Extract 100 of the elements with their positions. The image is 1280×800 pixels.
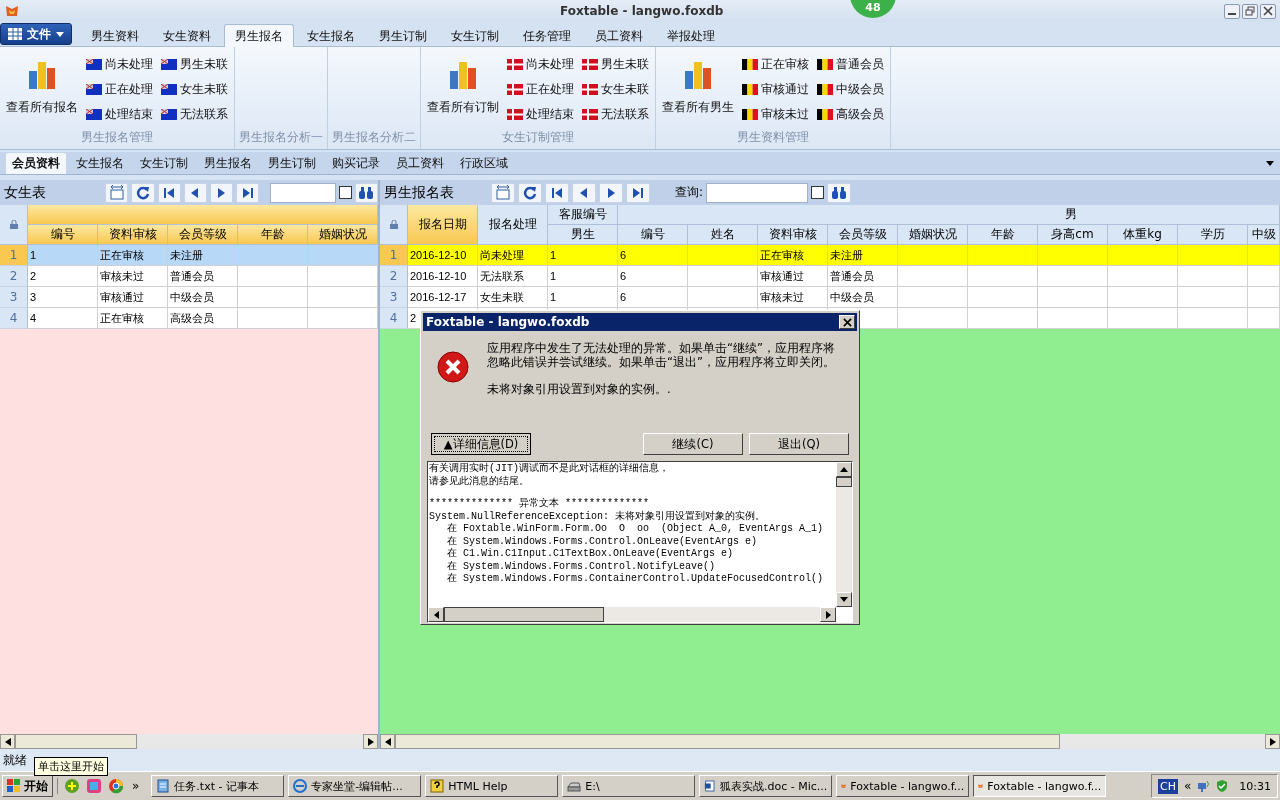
details-text-box[interactable] [427,461,853,623]
filter-button[interactable]: 男生未联 [159,53,230,75]
next-record-button[interactable] [209,182,234,203]
ribbon-tab[interactable]: 男生订制 [368,24,438,47]
ribbon-tab[interactable]: 员工资料 [584,24,654,47]
start-button[interactable]: 开始 [2,775,53,797]
restore-button[interactable] [1242,3,1258,19]
ribbon-tab[interactable]: 女生报名 [296,24,366,47]
ribbon-tab[interactable]: 女生资料 [152,24,222,47]
table-cell [1108,245,1178,266]
scrollbar-thumb[interactable] [15,734,137,749]
checkbox[interactable] [339,186,352,199]
scroll-right-button[interactable] [1265,734,1280,749]
view-all-button[interactable]: 查看所有男生 [660,55,736,120]
taskbar-button[interactable]: 专家坐堂-编辑帖... [288,775,422,797]
filter-button[interactable]: 尚未处理 [505,53,576,75]
ribbon-tab[interactable]: 举报处理 [656,24,726,47]
file-menu-button[interactable]: 文件 [0,23,72,45]
more-button[interactable]: » [130,779,142,793]
filter-button[interactable]: 正在处理 [84,78,155,100]
row-number[interactable]: 2 [0,266,28,287]
first-record-button[interactable] [157,182,181,203]
flag-icon [507,58,523,70]
taskbar-button[interactable]: 狐表实战.doc - Mic... [699,775,833,797]
filter-button[interactable]: 普通会员 [815,53,886,75]
scroll-up-button[interactable] [836,462,852,477]
checkbox[interactable] [811,186,825,199]
last-record-button[interactable] [626,182,650,203]
table-cell [1108,287,1178,308]
shield-icon[interactable] [1215,779,1230,793]
page-tab[interactable]: 购买记录 [326,153,386,174]
page-tab[interactable]: 男生订制 [262,153,322,174]
scroll-down-button[interactable] [836,592,852,607]
first-record-button[interactable] [545,182,569,203]
search-field[interactable] [706,182,809,203]
page-tab[interactable]: 行政区域 [454,153,514,174]
scrollbar-thumb[interactable] [836,477,852,487]
filter-button[interactable]: 男生未联 [580,53,651,75]
dialog-button[interactable]: 继续(C) [643,433,743,455]
filter-button[interactable]: 女生未联 [159,78,230,100]
page-tab[interactable]: 女生订制 [134,153,194,174]
dropdown-arrow-icon[interactable] [1266,161,1274,166]
fit-columns-button[interactable] [105,182,129,203]
search-field[interactable] [270,182,337,203]
fit-columns-button[interactable] [491,182,515,203]
previous-record-button[interactable] [572,182,596,203]
taskbar-button[interactable]: 任务.txt - 记事本 [151,775,285,797]
filter-button[interactable]: 审核未过 [740,103,811,125]
filter-button[interactable]: 高级会员 [815,103,886,125]
ribbon-tab[interactable]: 任务管理 [512,24,582,47]
scroll-left-button[interactable] [0,734,15,749]
page-tab[interactable]: 员工资料 [390,153,450,174]
ribbon-tab[interactable]: 女生订制 [440,24,510,47]
scrollbar-thumb[interactable] [395,734,1060,749]
filter-button[interactable]: 审核通过 [740,78,811,100]
filter-button[interactable]: 中级会员 [815,78,886,100]
page-tab[interactable]: 男生报名 [198,153,258,174]
view-all-button[interactable]: 查看所有报名 [4,55,80,120]
filter-button[interactable]: 尚未处理 [84,53,155,75]
refresh-button[interactable] [518,182,542,203]
scroll-left-button[interactable] [380,734,395,749]
find-button[interactable] [354,182,378,203]
ribbon-tab[interactable]: 男生报名 [224,24,294,47]
dialog-button[interactable]: 退出(Q) [749,433,849,455]
find-button[interactable] [827,182,852,203]
close-button[interactable] [1260,3,1276,19]
filter-button[interactable]: 处理结束 [84,103,155,125]
taskbar-button[interactable]: Foxtable - langwo.f... [973,775,1107,797]
details-button[interactable]: ▲详细信息(D) [431,433,531,455]
filter-button[interactable]: 无法联系 [159,103,230,125]
filter-button[interactable]: 无法联系 [580,103,651,125]
scroll-right-button[interactable] [363,734,378,749]
page-tab[interactable]: 会员资料 [6,153,66,174]
row-number[interactable]: 2 [380,266,408,287]
language-indicator[interactable]: CH [1158,778,1178,794]
taskbar-button[interactable]: Foxtable - langwo.f... [836,775,970,797]
row-number[interactable]: 3 [0,287,28,308]
browser-icon[interactable] [108,778,124,794]
view-all-button[interactable]: 查看所有订制 [425,55,501,120]
row-number[interactable]: 3 [380,287,408,308]
last-record-button[interactable] [236,182,260,203]
minimize-button[interactable] [1224,3,1240,19]
row-number[interactable]: 4 [380,308,408,329]
filter-button[interactable]: 正在审核 [740,53,811,75]
taskbar-button[interactable]: E:\ [562,775,696,797]
filter-button[interactable]: 正在处理 [505,78,576,100]
plus-icon[interactable] [64,778,80,794]
refresh-button[interactable] [131,182,155,203]
scrollbar-thumb[interactable] [444,607,604,622]
network-icon[interactable] [1197,779,1212,793]
tiles-icon[interactable] [86,778,102,794]
row-number[interactable]: 4 [0,308,28,329]
show-hidden-icons-button[interactable]: « [1181,779,1194,793]
next-record-button[interactable] [599,182,623,203]
ribbon-tab[interactable]: 男生资料 [80,24,150,47]
previous-record-button[interactable] [183,182,207,203]
taskbar-button[interactable]: HTML Help [425,775,559,797]
filter-button[interactable]: 处理结束 [505,103,576,125]
page-tab[interactable]: 女生报名 [70,153,130,174]
filter-button[interactable]: 女生未联 [580,78,651,100]
